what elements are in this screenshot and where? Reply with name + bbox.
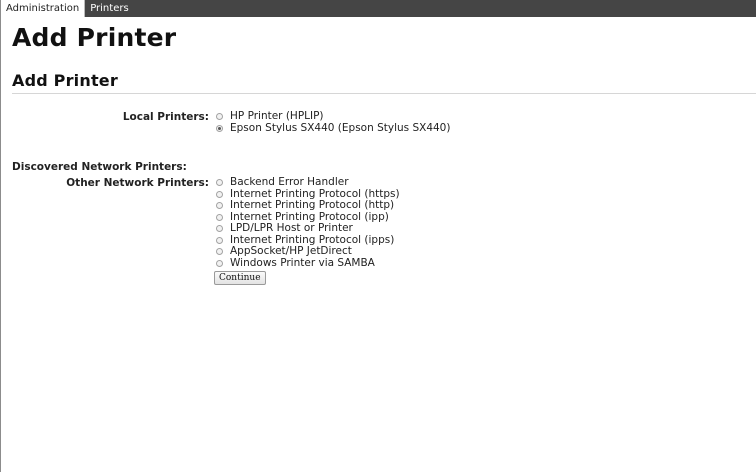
browser-page: Administration Printers Add Printer Add … (0, 0, 756, 472)
other-printers-row: Other Network Printers: Backend Error Ha… (12, 177, 756, 285)
radio-button[interactable] (216, 259, 223, 267)
local-printers-options: HP Printer (HPLIP) Epson Stylus SX440 (E… (214, 111, 450, 134)
top-nav-bar: Administration Printers (1, 0, 756, 17)
radio-button[interactable] (216, 179, 223, 186)
local-printers-row: Local Printers: HP Printer (HPLIP) Epson… (12, 111, 756, 134)
radio-option-backend-error-handler[interactable]: Backend Error Handler (214, 177, 400, 188)
radio-option-ipps[interactable]: Internet Printing Protocol (ipps) (214, 233, 400, 246)
radio-label: AppSocket/HP JetDirect (230, 245, 352, 257)
radio-option-ipp-http[interactable]: Internet Printing Protocol (http) (214, 200, 400, 211)
radio-label: Windows Printer via SAMBA (230, 256, 375, 269)
radio-option-hp-printer[interactable]: HP Printer (HPLIP) (214, 111, 450, 122)
other-printers-options: Backend Error Handler Internet Printing … (214, 177, 400, 285)
radio-option-epson-stylus[interactable]: Epson Stylus SX440 (Epson Stylus SX440) (214, 121, 451, 134)
radio-button[interactable] (216, 113, 223, 120)
radio-button[interactable] (216, 190, 223, 198)
radio-option-windows-samba[interactable]: Windows Printer via SAMBA (214, 256, 400, 269)
radio-option-ipp-https[interactable]: Internet Printing Protocol (https) (214, 187, 400, 200)
radio-button[interactable] (216, 225, 223, 232)
radio-option-appsocket-jetdirect[interactable]: AppSocket/HP JetDirect (214, 246, 400, 257)
radio-label: Internet Printing Protocol (ipp) (230, 210, 389, 223)
radio-label: Backend Error Handler (230, 176, 349, 188)
continue-button[interactable]: Continue (214, 271, 266, 285)
discovered-printers-label: Discovered Network Printers: (12, 161, 187, 173)
discovered-printers-row: Discovered Network Printers: (12, 161, 756, 174)
local-printers-label: Local Printers: (122, 111, 209, 123)
radio-label: Internet Printing Protocol (https) (230, 187, 400, 200)
radio-label: Internet Printing Protocol (ipps) (230, 233, 395, 246)
radio-option-ipp[interactable]: Internet Printing Protocol (ipp) (214, 210, 400, 223)
radio-button[interactable] (216, 213, 223, 221)
radio-button-selected[interactable] (216, 124, 223, 132)
radio-label: Internet Printing Protocol (http) (230, 199, 395, 211)
radio-button[interactable] (216, 236, 223, 244)
page-title: Add Printer (12, 23, 177, 52)
radio-label: Epson Stylus SX440 (Epson Stylus SX440) (230, 121, 451, 134)
radio-option-lpd-lpr[interactable]: LPD/LPR Host or Printer (214, 223, 400, 234)
other-printers-label: Other Network Printers: (66, 177, 209, 189)
radio-button[interactable] (216, 248, 223, 255)
tab-administration[interactable]: Administration (1, 0, 86, 17)
radio-button[interactable] (216, 202, 223, 209)
section-title: Add Printer (12, 70, 756, 94)
tab-printers[interactable]: Printers (85, 0, 133, 17)
radio-label: HP Printer (HPLIP) (230, 110, 324, 122)
main-content: Add Printer Add Printer Local Printers: … (1, 17, 756, 285)
radio-label: LPD/LPR Host or Printer (230, 222, 353, 234)
